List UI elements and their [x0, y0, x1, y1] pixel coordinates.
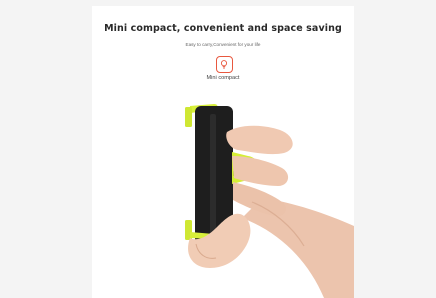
- product-photo: [185, 104, 354, 298]
- product-panel: Mini compact, convenient and space savin…: [92, 6, 354, 298]
- page: Mini compact, convenient and space savin…: [0, 0, 436, 298]
